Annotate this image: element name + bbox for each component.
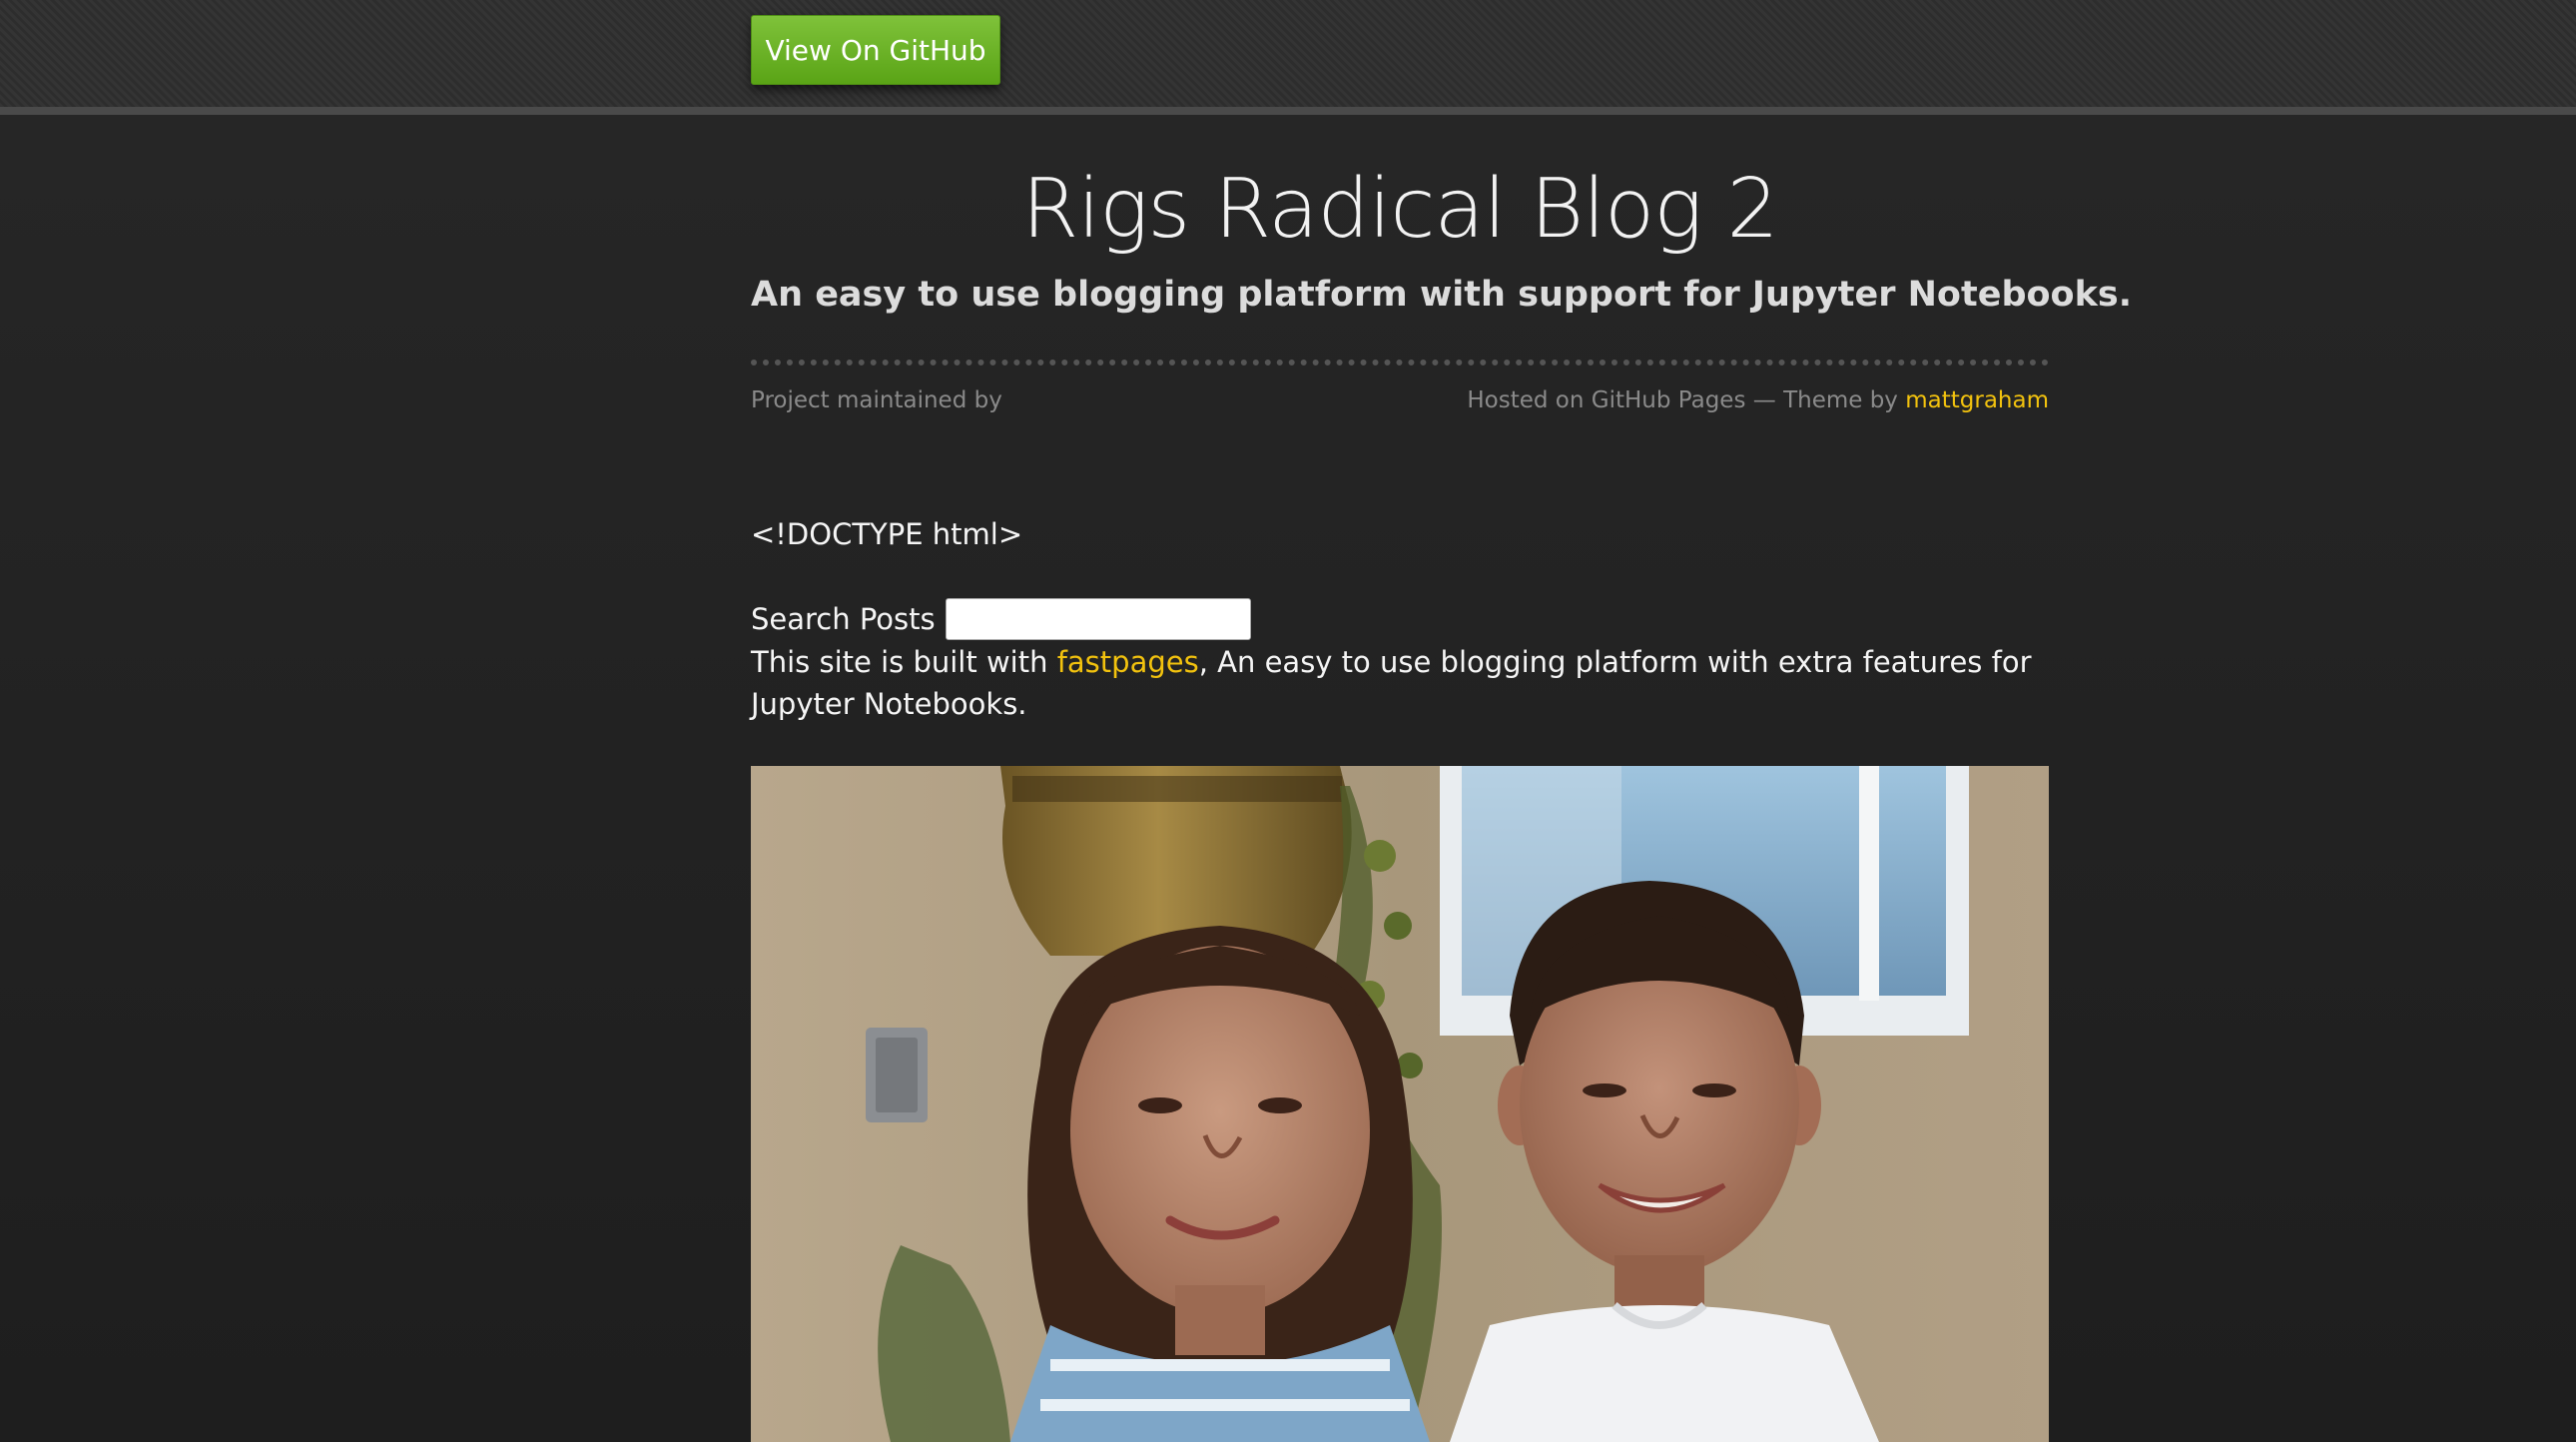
header-divider — [751, 360, 2049, 365]
intro-paragraph: This site is built with fastpages, An ea… — [751, 641, 2049, 725]
intro-prefix: This site is built with — [751, 645, 1048, 679]
hosted-prefix: Hosted on GitHub Pages — Theme by — [1467, 387, 1898, 413]
search-label: Search Posts — [751, 602, 936, 636]
view-on-github-button[interactable]: View On GitHub — [751, 15, 1000, 85]
fastpages-link[interactable]: fastpages — [1057, 645, 1199, 679]
hosted-on-text: Hosted on GitHub Pages — Theme by mattgr… — [1467, 387, 2049, 413]
children-photo — [751, 766, 2049, 1442]
maintained-by-text: Project maintained by — [751, 387, 1002, 413]
site-title: Rigs Radical Blog 2 — [1021, 162, 1778, 257]
top-bar: View On GitHub — [0, 0, 2576, 115]
search-input[interactable] — [945, 598, 1251, 640]
theme-author-link[interactable]: mattgraham — [1905, 387, 2049, 413]
search-row: Search Posts — [751, 597, 1251, 641]
doctype-text: <!DOCTYPE html> — [751, 517, 1023, 551]
site-subtitle: An easy to use blogging platform with su… — [751, 275, 2132, 315]
